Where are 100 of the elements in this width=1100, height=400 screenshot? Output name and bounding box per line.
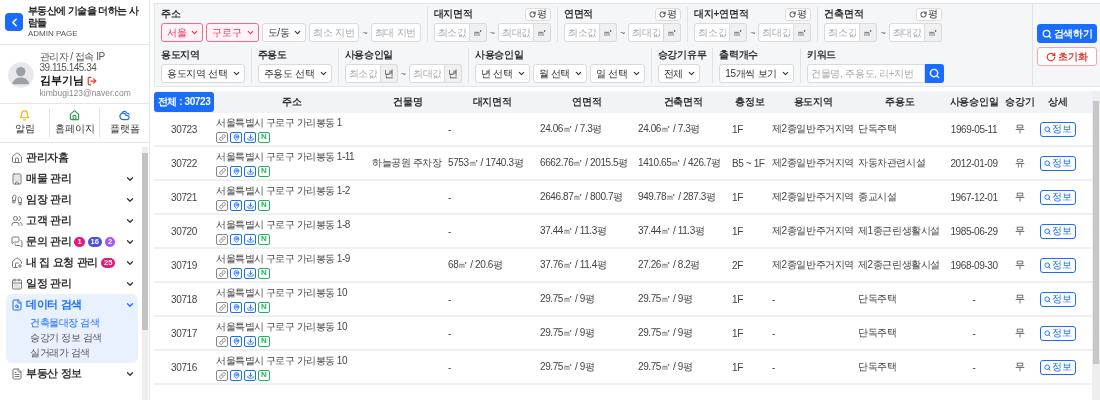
address-text: 서울특별시 구로구 가리봉동 1-11 (216, 149, 356, 164)
search-icon (1044, 227, 1051, 235)
input-field[interactable]: 최대값 (408, 64, 445, 83)
table-cell-text: 29.75㎡ / 9평 (637, 326, 694, 340)
table-cell-text: 2F (731, 259, 744, 271)
home-icon (11, 151, 23, 164)
map-pin-button[interactable] (230, 301, 242, 313)
download-button[interactable] (244, 233, 256, 245)
input-field[interactable]: 최소값 (563, 23, 600, 42)
link-button[interactable] (216, 199, 228, 211)
input-field[interactable]: 최대 지번 (370, 23, 421, 42)
link-button[interactable] (216, 233, 228, 245)
table-cell-text: 5753㎡ / 1740.3평 (447, 156, 525, 170)
detail-button[interactable]: 정보 (1040, 359, 1076, 375)
select-field[interactable]: 구로구 (206, 23, 259, 42)
scrollbar[interactable] (142, 147, 148, 400)
select-field[interactable]: 용도지역 선택 (161, 64, 245, 83)
menu-item[interactable]: 일정 관리 (6, 273, 138, 294)
link-button[interactable] (216, 267, 228, 279)
calendar-icon (11, 277, 23, 290)
table-cell-text: 1F (731, 191, 744, 203)
input-field[interactable]: 최소값 (694, 23, 731, 42)
map-pin-button[interactable] (230, 131, 242, 143)
shortcut-button[interactable]: 홈페이지 (49, 108, 99, 138)
unit-toggle-button[interactable]: 평 (915, 7, 942, 21)
detail-button[interactable]: 정보 (1040, 291, 1076, 307)
unit-toggle-button[interactable]: 평 (655, 7, 682, 21)
link-button[interactable] (216, 369, 228, 381)
link-button[interactable] (216, 131, 228, 143)
link-button[interactable] (216, 335, 228, 347)
link-button[interactable] (216, 301, 228, 313)
reset-button[interactable]: 초기화 (1037, 47, 1097, 66)
select-field[interactable]: 전체 (657, 64, 701, 83)
menu-item[interactable]: 관리자홈 (6, 147, 138, 168)
select-field[interactable]: 일 선택 (590, 64, 645, 83)
chevron-down-icon (293, 28, 303, 37)
download-button[interactable] (244, 335, 256, 347)
menu-item[interactable]: 매물 관리 (6, 168, 138, 189)
submenu-item[interactable]: 승강기 정보 검색 (6, 330, 138, 345)
detail-button[interactable]: 정보 (1040, 189, 1076, 205)
unit-toggle-button[interactable]: 평 (785, 7, 812, 21)
link-button[interactable] (216, 165, 228, 177)
map-pin-icon (232, 235, 240, 243)
menu-item[interactable]: 부동산 정보 (6, 363, 138, 384)
select-field[interactable]: 15개씩 보기 (719, 64, 795, 83)
table-cell-text: 무 (1014, 122, 1026, 136)
select-field[interactable]: 서울 (161, 23, 204, 42)
input-field[interactable]: 최대값 (758, 23, 795, 42)
map-pin-button[interactable] (230, 165, 242, 177)
keyword-field[interactable]: 건물명, 주용도, 리+지번 (807, 64, 926, 83)
input-field[interactable]: 최소값 (824, 23, 861, 42)
unit-toggle-button[interactable]: 평 (524, 7, 551, 21)
address-text: 서울특별시 구로구 가리봉동 10 (216, 285, 348, 300)
detail-button[interactable]: 정보 (1040, 155, 1076, 171)
search-button[interactable] (925, 64, 945, 83)
map-pin-icon (232, 167, 240, 175)
download-icon (246, 167, 254, 175)
download-button[interactable] (244, 369, 256, 381)
input-field[interactable]: 최소 지번 (309, 23, 360, 42)
input-field[interactable]: 최대값 (497, 23, 534, 42)
menu-item[interactable]: 임장 관리 (6, 189, 138, 210)
shortcut-button[interactable]: 플랫폼 (99, 108, 149, 138)
back-button[interactable] (5, 13, 23, 31)
download-button[interactable] (244, 301, 256, 313)
menu-item[interactable]: 고객 관리 (6, 210, 138, 231)
chevron-down-icon (516, 69, 526, 78)
menu-item[interactable]: 데이터 검색 (6, 294, 138, 315)
scrollbar[interactable] (1092, 91, 1100, 400)
input-field[interactable]: 최대값 (628, 23, 665, 42)
submenu-item[interactable]: 실거래가 검색 (6, 345, 138, 360)
filter-label: 사용승인일 (344, 48, 394, 62)
download-button[interactable] (244, 131, 256, 143)
download-button[interactable] (244, 267, 256, 279)
download-button[interactable] (244, 165, 256, 177)
select-field[interactable]: 년 선택 (474, 64, 530, 83)
logout-icon[interactable] (86, 75, 97, 86)
select-field[interactable]: 도/동 (261, 23, 307, 42)
map-pin-button[interactable] (230, 335, 242, 347)
map-pin-button[interactable] (230, 199, 242, 211)
detail-button[interactable]: 정보 (1040, 121, 1076, 137)
detail-button[interactable]: 정보 (1040, 325, 1076, 341)
search-icon (1044, 159, 1051, 167)
shortcut-button[interactable]: 알림 (0, 108, 49, 138)
table-cell-text: 1F (731, 225, 744, 237)
select-field[interactable]: 월 선택 (532, 64, 588, 83)
download-button[interactable] (244, 199, 256, 211)
detail-button[interactable]: 정보 (1040, 257, 1076, 273)
detail-button[interactable]: 정보 (1040, 223, 1076, 239)
input-field[interactable]: 최소값 (344, 64, 381, 83)
search-button[interactable]: 검색하기 (1037, 24, 1097, 43)
submenu-item[interactable]: 건축물대장 검색 (6, 315, 138, 330)
map-pin-button[interactable] (230, 267, 242, 279)
select-field[interactable]: 주용도 선택 (257, 64, 332, 83)
map-pin-button[interactable] (230, 233, 242, 245)
search-icon (1044, 193, 1051, 201)
table-cell-text: 30722 (170, 157, 198, 169)
input-field[interactable]: 최대값 (888, 23, 925, 42)
input-field[interactable]: 최소값 (433, 23, 470, 42)
table-cell-text: 1F (731, 293, 744, 305)
map-pin-button[interactable] (230, 369, 242, 381)
